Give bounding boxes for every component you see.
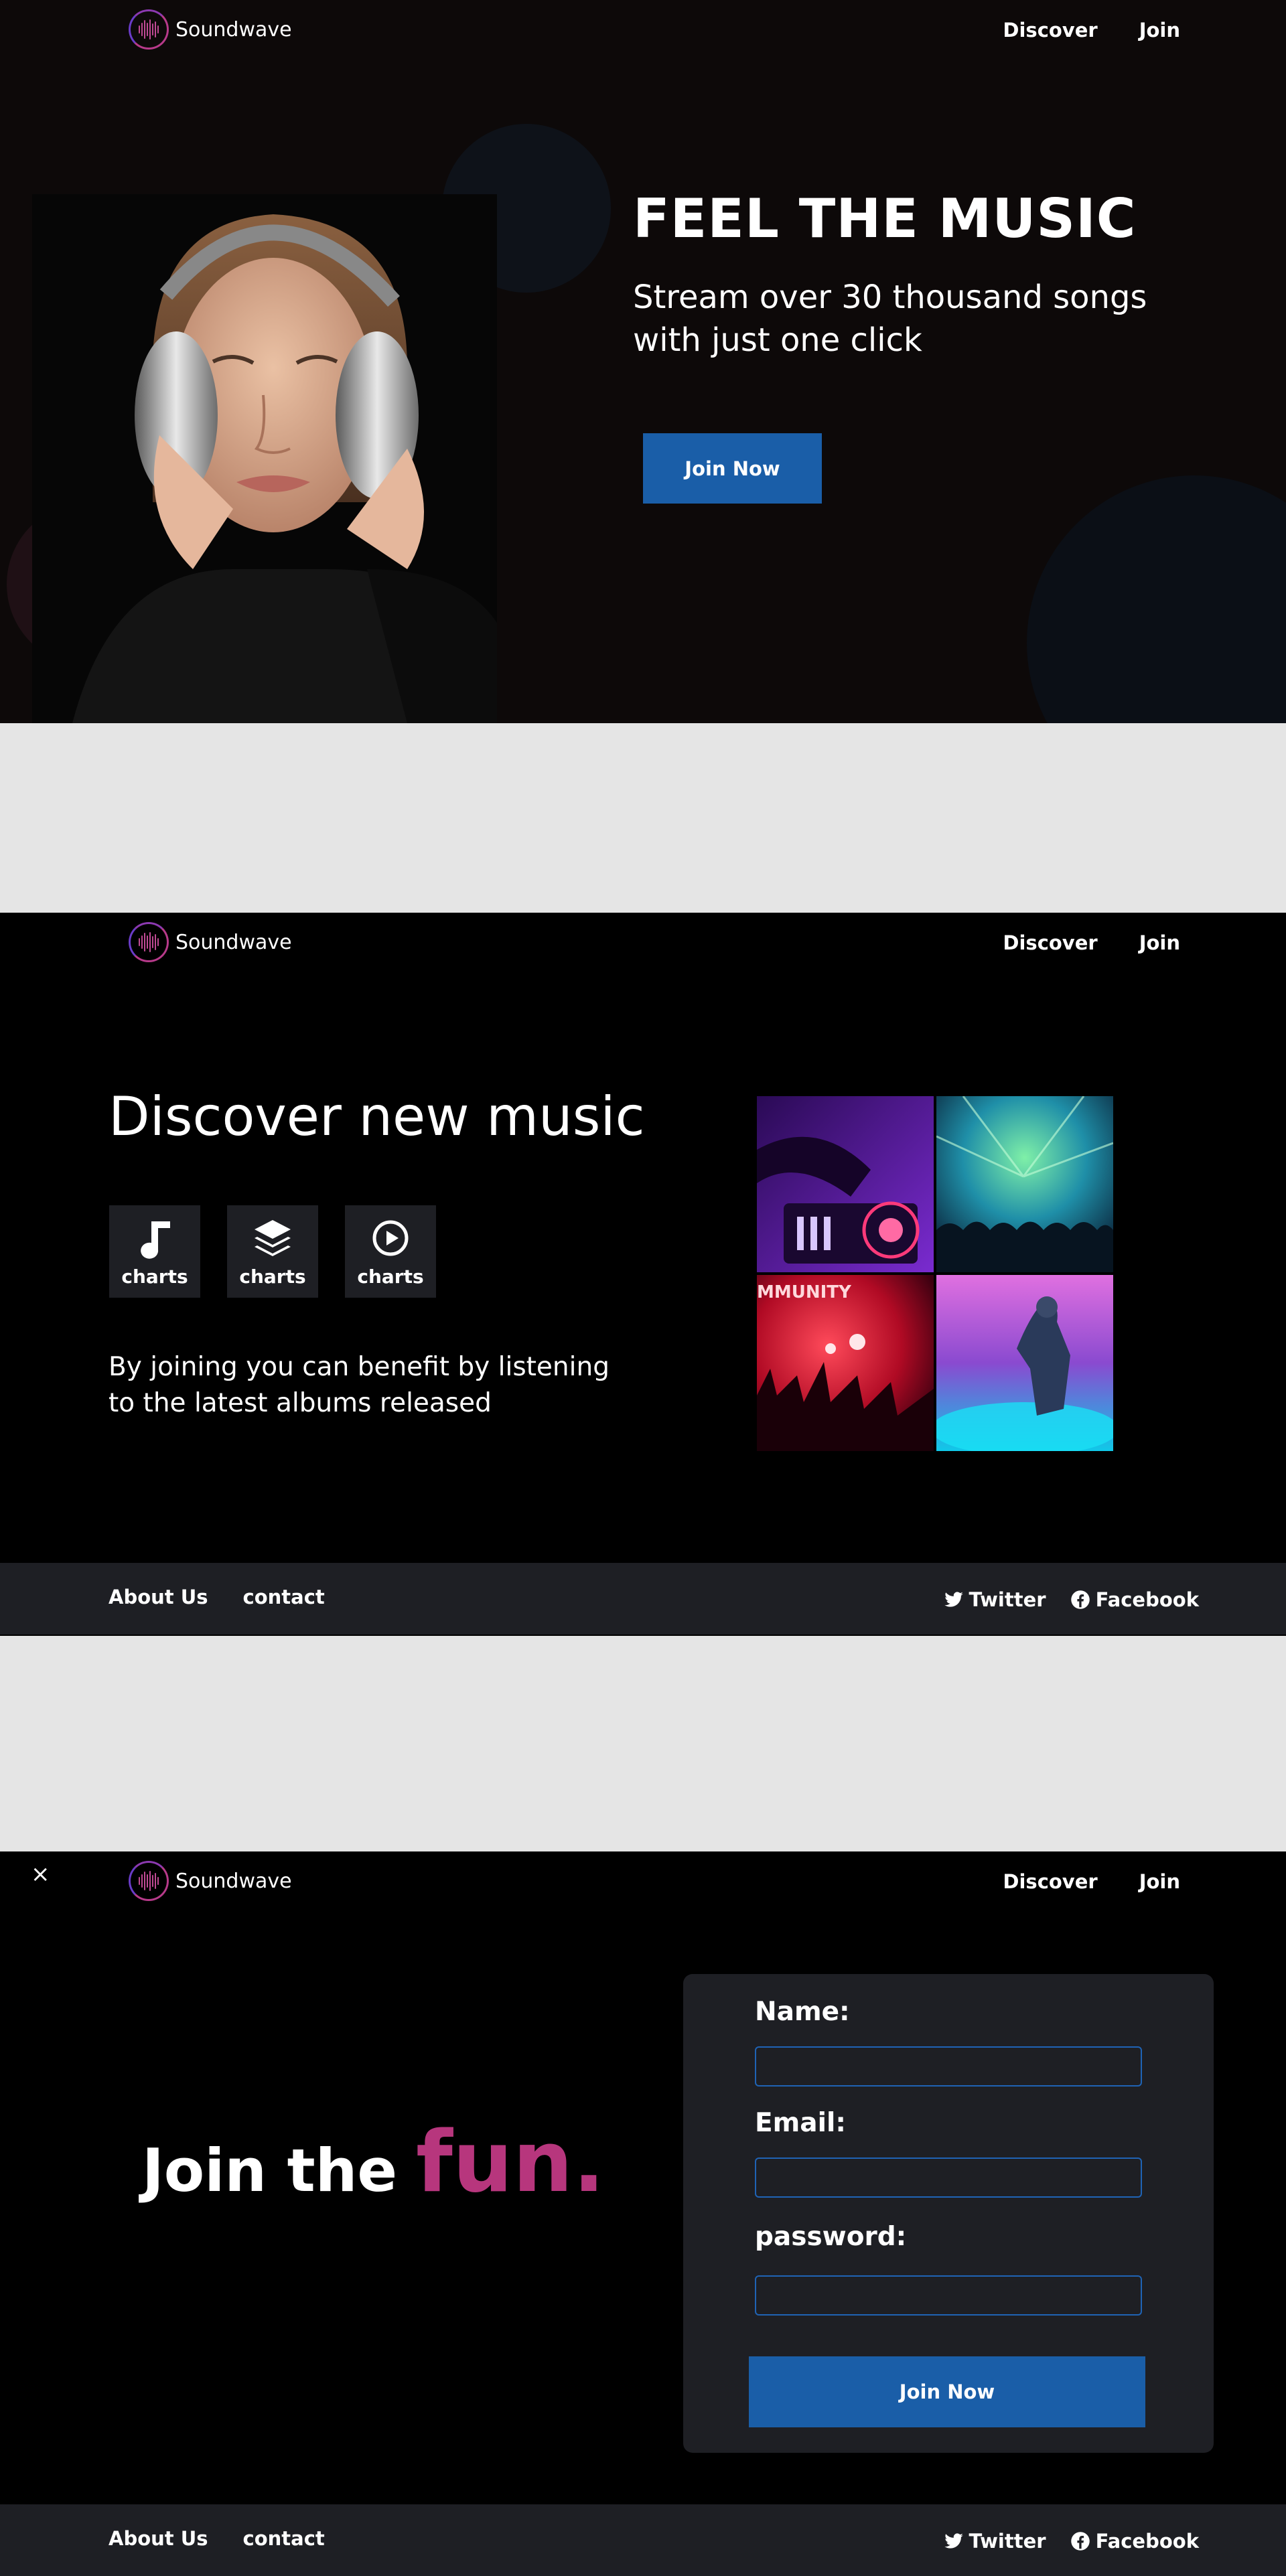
name-input[interactable] [755, 2046, 1142, 2087]
facebook-label: Facebook [1095, 1588, 1199, 1611]
nav-discover-link[interactable]: Discover [1003, 1870, 1097, 1893]
facebook-icon [1070, 2532, 1090, 2551]
nav-discover-link[interactable]: Discover [1003, 931, 1097, 954]
footer-links: About Us contact [109, 1586, 325, 1608]
nav-links: Discover Join [1003, 1870, 1180, 1893]
soundwave-logo-icon [129, 922, 169, 962]
feature-charts-layers[interactable]: charts [227, 1205, 318, 1298]
email-input[interactable] [755, 2157, 1142, 2198]
feature-charts-play[interactable]: charts [345, 1205, 436, 1298]
brand-logo[interactable]: Soundwave [129, 922, 292, 962]
hero-title: FEEL THE MUSIC [633, 187, 1137, 250]
dj-mixer-image [757, 1096, 934, 1272]
feature-label: charts [239, 1266, 306, 1288]
name-label: Name: [755, 1997, 850, 2027]
feature-label: charts [121, 1266, 188, 1288]
dancer-cyan-image [936, 1275, 1113, 1451]
facebook-link[interactable]: Facebook [1070, 1588, 1199, 1611]
nav-join-link[interactable]: Join [1139, 931, 1180, 954]
twitter-icon [944, 1592, 963, 1607]
nav-join-link[interactable]: Join [1139, 1870, 1180, 1893]
brand-name: Soundwave [175, 1869, 292, 1893]
twitter-icon [944, 2533, 963, 2549]
password-input[interactable] [755, 2275, 1142, 2316]
soundwave-logo-icon [129, 9, 169, 50]
music-note-icon [141, 1221, 170, 1259]
brand-logo[interactable]: Soundwave [129, 1861, 292, 1901]
email-label: Email: [755, 2108, 846, 2138]
discover-title: Discover new music [109, 1085, 645, 1148]
concert-crowd-green-image [936, 1096, 1113, 1272]
nav-links: Discover Join [1003, 19, 1180, 42]
soundwave-logo-icon [129, 1861, 169, 1901]
join-heading: Join the fun. [142, 2113, 605, 2211]
join-heading-text: Join the [142, 2136, 398, 2205]
twitter-label: Twitter [969, 1588, 1046, 1611]
footer: About Us contact Twitter Facebook [0, 2504, 1286, 2576]
brand-logo[interactable]: Soundwave [129, 9, 292, 50]
play-circle-icon [372, 1220, 409, 1256]
join-section: × Join the fun. Name: Email: password: J… [0, 1851, 1286, 2576]
twitter-link[interactable]: Twitter [944, 1588, 1046, 1611]
layers-icon [255, 1220, 291, 1256]
footer-contact-link[interactable]: contact [243, 1586, 325, 1608]
nav-join-link[interactable]: Join [1139, 19, 1180, 42]
hero-join-button[interactable]: Join Now [643, 433, 822, 504]
brand-name: Soundwave [175, 930, 292, 954]
signup-form: Name: Email: password: Join Now [683, 1974, 1214, 2453]
nav-links: Discover Join [1003, 931, 1180, 954]
join-nav: Soundwave Discover Join [0, 1851, 1286, 1912]
footer-social: Twitter Facebook [944, 2530, 1199, 2553]
footer: About Us contact Twitter Facebook [0, 1563, 1286, 1635]
footer-social: Twitter Facebook [944, 1588, 1199, 1611]
hero-subtitle: Stream over 30 thousand songs with just … [633, 279, 1147, 359]
hero-section: FEEL THE MUSIC Stream over 30 thousand s… [0, 0, 1286, 723]
music-photo-grid: MMUNITY [757, 1096, 1113, 1451]
nav-discover-link[interactable]: Discover [1003, 19, 1097, 42]
facebook-icon [1070, 1590, 1090, 1609]
decor-circle-right [1027, 475, 1286, 723]
woman-with-headphones-image [32, 194, 497, 723]
facebook-label: Facebook [1095, 2530, 1199, 2553]
brand-name: Soundwave [175, 17, 292, 42]
concert-crowd-red-image: MMUNITY [757, 1275, 934, 1451]
password-label: password: [755, 2222, 907, 2252]
twitter-label: Twitter [969, 2530, 1046, 2553]
discover-section: Discover new music charts charts charts … [0, 913, 1286, 1636]
facebook-link[interactable]: Facebook [1070, 2530, 1199, 2553]
signup-submit-button[interactable]: Join Now [749, 2356, 1145, 2427]
footer-links: About Us contact [109, 2527, 325, 2550]
twitter-link[interactable]: Twitter [944, 2530, 1046, 2553]
feature-label: charts [357, 1266, 424, 1288]
feature-charts-music[interactable]: charts [109, 1205, 200, 1298]
footer-about-link[interactable]: About Us [109, 1586, 208, 1608]
top-nav: Soundwave Discover Join [0, 0, 1286, 60]
hero-photo [32, 194, 497, 723]
discover-nav: Soundwave Discover Join [0, 913, 1286, 973]
join-heading-accent: fun. [416, 2113, 605, 2211]
feature-list: charts charts charts [109, 1205, 436, 1298]
footer-about-link[interactable]: About Us [109, 2527, 208, 2550]
discover-description: By joining you can benefit by listening … [109, 1352, 610, 1418]
tile-text: MMUNITY [757, 1282, 852, 1302]
footer-contact-link[interactable]: contact [243, 2527, 325, 2550]
